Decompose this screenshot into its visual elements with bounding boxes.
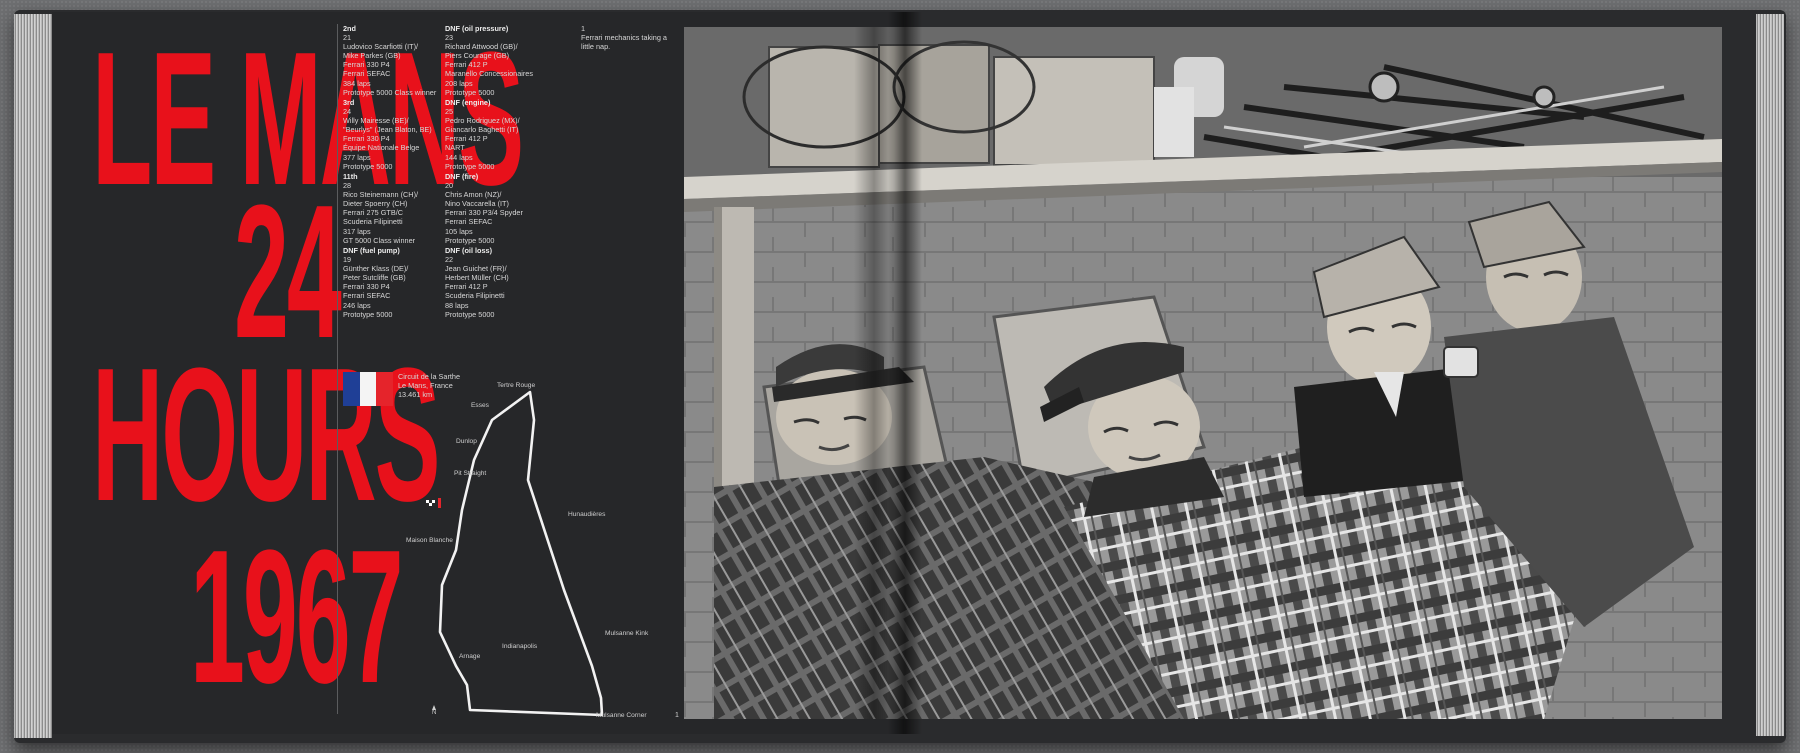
- track-label-mulsanne-kink: Mulsanne Kink: [605, 630, 649, 637]
- result-line: Prototype 5000: [445, 309, 495, 319]
- result-line: "Beurlys" (Jean Blaton, BE): [343, 125, 432, 135]
- result-entry: 3rd 24 Willy Mairesse (BE)/ "Beurlys" (J…: [343, 98, 453, 171]
- result-line: Ludovico Scarfiotti (IT)/: [343, 42, 419, 52]
- result-line: Richard Attwood (GB)/: [445, 42, 518, 52]
- result-line: Herbert Müller (CH): [445, 273, 509, 283]
- result-line: Prototype 5000: [343, 309, 393, 319]
- result-line: Nino Vaccarella (IT): [445, 199, 509, 209]
- result-line: Ferrari 412 P: [445, 60, 488, 70]
- france-flag-icon: [343, 372, 394, 406]
- result-line: 317 laps: [343, 226, 371, 236]
- result-line: 22: [445, 255, 454, 265]
- result-line: 208 laps: [445, 78, 473, 88]
- result-line: Ferrari 330 P4: [343, 60, 390, 70]
- result-line: Ferrari SEFAC: [445, 217, 493, 227]
- result-line: Ferrari SEFAC: [343, 69, 391, 79]
- result-line: Ferrari 330 P3/4 Spyder: [445, 208, 523, 218]
- result-line: Ferrari 275 GTB/C: [343, 208, 404, 218]
- result-line: 28: [343, 181, 352, 191]
- result-line: Ferrari 412 P: [445, 134, 488, 144]
- result-line: 384 laps: [343, 78, 371, 88]
- title-line-year: 1967: [190, 511, 404, 723]
- result-line: Willy Mairesse (BE)/: [343, 116, 409, 126]
- result-line: Günther Klass (DE)/: [343, 264, 409, 274]
- result-line: 377 laps: [343, 152, 371, 162]
- caption-text: Ferrari mechanics taking a little nap.: [581, 33, 667, 52]
- result-line: Mike Parkes (GB): [343, 51, 401, 61]
- result-line: Peter Sutcliffe (GB): [343, 273, 406, 283]
- result-line: Ferrari 330 P4: [343, 134, 390, 144]
- north-arrow-icon: N: [432, 705, 436, 716]
- track-label-maison-blanche: Maison Blanche: [406, 537, 453, 544]
- result-entry: DNF (fire) 20 Chris Amon (NZ)/ Nino Vacc…: [445, 172, 555, 245]
- page-edges-right: [1756, 14, 1784, 736]
- result-line: Ferrari 330 P4: [343, 282, 390, 292]
- result-line: 105 laps: [445, 226, 473, 236]
- page-number: 1: [675, 712, 679, 719]
- race-title: LE MANS 24 HOURS 1967: [80, 22, 524, 722]
- result-line: Giancarlo Baghetti (IT): [445, 125, 519, 135]
- mechanics-napping-photo: [684, 27, 1722, 719]
- result-line: GT 5000 Class winner: [343, 235, 416, 245]
- checkered-flag-icon: [426, 498, 441, 508]
- result-line: 246 laps: [343, 300, 371, 310]
- result-line: Maranello Concessionaires: [445, 69, 534, 79]
- result-line: NART: [445, 143, 465, 153]
- result-line: 88 laps: [445, 300, 469, 310]
- column-divider: [337, 24, 338, 714]
- result-heading: DNF (oil pressure): [445, 24, 509, 33]
- result-line: 25: [445, 107, 454, 117]
- track-label-tertre-rouge: Tertre Rouge: [497, 382, 536, 389]
- result-line: 19: [343, 255, 352, 265]
- north-label: N: [432, 710, 437, 716]
- track-label-esses: Esses: [471, 402, 489, 409]
- result-heading: 11th: [343, 172, 358, 181]
- result-line: Piers Courage (GB): [445, 51, 510, 61]
- caption-number: 1: [581, 24, 586, 33]
- title-line-hours: HOURS: [92, 329, 440, 541]
- result-heading: DNF (engine): [445, 98, 491, 107]
- result-line: 23: [445, 33, 454, 43]
- result-heading: DNF (fire): [445, 172, 479, 181]
- result-line: 144 laps: [445, 152, 473, 162]
- result-heading: 2nd: [343, 24, 356, 33]
- page-edges-left: [14, 14, 52, 738]
- result-heading: DNF (oil loss): [445, 246, 493, 255]
- result-line: Jean Guichet (FR)/: [445, 264, 507, 274]
- result-line: 24: [343, 107, 352, 117]
- result-line: Prototype 5000: [445, 235, 495, 245]
- photo-caption: 1 Ferrari mechanics taking a little nap.: [581, 24, 671, 51]
- result-entry: DNF (engine) 25 Pedro Rodriguez (MX)/ Gi…: [445, 98, 555, 171]
- result-line: Ferrari 412 P: [445, 282, 488, 292]
- result-line: 20: [445, 181, 454, 191]
- track-label-mulsanne-corner: Mulsanne Corner: [596, 712, 647, 719]
- result-entry: 2nd 21 Ludovico Scarfiotti (IT)/ Mike Pa…: [343, 24, 453, 97]
- track-label-dunlop: Dunlop: [456, 438, 477, 445]
- result-line: 21: [343, 33, 352, 43]
- track-label-pit-straight: Pit Straight: [454, 470, 487, 477]
- result-line: Prototype 5000: [343, 161, 393, 171]
- track-label-hunaudieres: Hunaudières: [568, 511, 606, 518]
- result-line: Équipe Nationale Belge: [343, 143, 420, 153]
- result-line: Rico Steinemann (CH)/: [343, 190, 419, 200]
- result-line: Chris Amon (NZ)/: [445, 190, 502, 200]
- result-line: Ferrari SEFAC: [343, 291, 391, 301]
- result-line: Prototype 5000 Class winner: [343, 87, 437, 97]
- track-label-arnage: Arnage: [459, 653, 481, 660]
- result-line: Dieter Spoerry (CH): [343, 199, 408, 209]
- result-entry: 11th 28 Rico Steinemann (CH)/ Dieter Spo…: [343, 172, 453, 245]
- result-line: Prototype 5000: [445, 87, 495, 97]
- result-entry: DNF (oil loss) 22 Jean Guichet (FR)/ Her…: [445, 246, 555, 319]
- result-line: Scuderia Filipinetti: [445, 291, 505, 301]
- result-entry: DNF (oil pressure) 23 Richard Attwood (G…: [445, 24, 555, 97]
- result-heading: 3rd: [343, 98, 355, 107]
- result-line: Pedro Rodriguez (MX)/: [445, 116, 520, 126]
- track-label-indianapolis: Indianapolis: [502, 643, 538, 650]
- result-heading: DNF (fuel pump): [343, 246, 400, 255]
- result-line: Prototype 5000: [445, 161, 495, 171]
- track-map: [426, 390, 604, 717]
- result-entry: DNF (fuel pump) 19 Günther Klass (DE)/ P…: [343, 246, 453, 319]
- result-line: Scuderia Filipinetti: [343, 217, 403, 227]
